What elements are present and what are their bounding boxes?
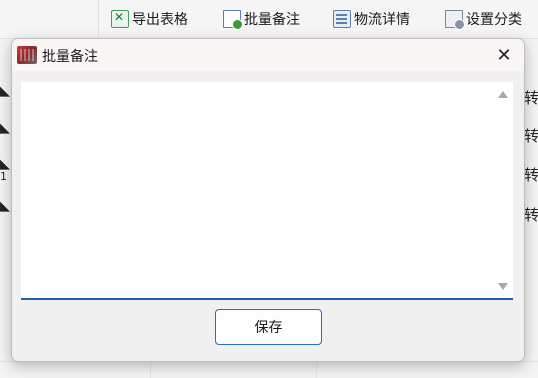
- row-icon: ◣: [0, 121, 10, 136]
- app-icon: [17, 46, 37, 64]
- dialog-title: 批量备注: [42, 49, 98, 65]
- logistics-detail-label: 物流详情: [354, 12, 410, 28]
- scroll-down-arrow-icon[interactable]: [498, 283, 508, 290]
- toolbar-separator: [98, 0, 99, 38]
- set-category-label: 设置分类: [466, 12, 522, 28]
- row-digit: 1: [0, 170, 7, 183]
- row-status-text: 转: [524, 206, 538, 224]
- logistics-detail-button[interactable]: 物流详情: [333, 9, 410, 29]
- batch-note-label: 批量备注: [244, 12, 300, 28]
- save-button[interactable]: 保存: [215, 309, 322, 345]
- batch-note-button[interactable]: 批量备注: [223, 9, 300, 30]
- row-status-text: 转: [524, 127, 538, 145]
- batch-note-icon: [223, 10, 243, 30]
- batch-note-dialog: 批量备注 ✕ 保存: [11, 38, 525, 362]
- toolbar: 导出表格 批量备注 物流详情 设置分类: [0, 0, 538, 39]
- row-icon: ◣: [0, 199, 10, 214]
- row-status-text: 转: [524, 89, 538, 107]
- category-settings-icon: [445, 10, 465, 30]
- close-icon: ✕: [496, 44, 512, 66]
- table-gridline: [150, 361, 151, 378]
- note-textarea[interactable]: [21, 82, 513, 300]
- row-status-text: 转: [524, 166, 538, 184]
- table-gridline: [316, 361, 317, 378]
- dialog-titlebar[interactable]: 批量备注 ✕: [12, 39, 524, 71]
- row-icon: ◣: [0, 84, 10, 99]
- logistics-icon: [333, 10, 351, 28]
- export-table-button[interactable]: 导出表格: [111, 9, 188, 29]
- scroll-up-arrow-icon[interactable]: [498, 91, 508, 98]
- excel-export-icon: [111, 10, 129, 28]
- vertical-scrollbar[interactable]: [493, 84, 511, 296]
- set-category-button[interactable]: 设置分类: [445, 9, 522, 30]
- close-button[interactable]: ✕: [490, 43, 518, 67]
- export-table-label: 导出表格: [132, 12, 188, 28]
